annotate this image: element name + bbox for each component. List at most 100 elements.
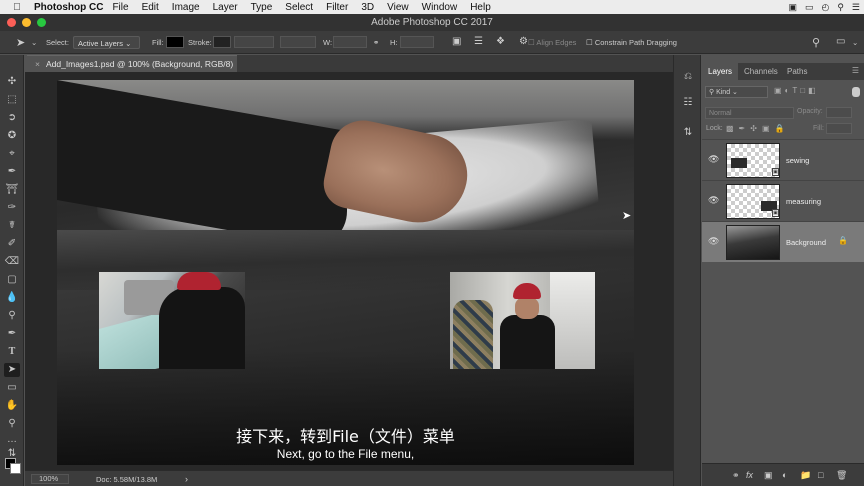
height-field[interactable] [400, 36, 434, 48]
adjustment-layer-icon[interactable]: ◐ [782, 470, 787, 480]
tool-preset-chevron-icon[interactable]: ⌄ [31, 38, 37, 47]
tab-channels[interactable]: Channels [738, 63, 784, 80]
sewing-layer-image[interactable] [99, 272, 245, 369]
layer-style-fx-icon[interactable]: fx [746, 470, 753, 480]
filter-toggle-switch[interactable] [852, 87, 860, 97]
menu-help[interactable]: Help [470, 2, 491, 13]
menu-image[interactable]: Image [172, 2, 200, 13]
menu-view[interactable]: View [387, 2, 409, 13]
align-edges-checkbox[interactable]: ☐ Align Edges [528, 38, 576, 47]
layer-filter-kind-dropdown[interactable]: ⚲ Kind ⌄ [705, 86, 768, 98]
menu-edit[interactable]: Edit [142, 2, 159, 13]
search-icon[interactable]: ⚲ [812, 36, 820, 49]
history-panel-icon[interactable]: ⎌ [680, 69, 696, 85]
eyedropper-tool-icon[interactable]: ✒ [4, 165, 20, 179]
layer-row-measuring[interactable]: 👁 ▣ measuring [702, 180, 864, 221]
layer-name[interactable]: measuring [786, 197, 821, 206]
type-tool-icon[interactable]: T [4, 345, 20, 359]
workspace-icon[interactable]: ▭ [836, 36, 845, 47]
menu-filter[interactable]: Filter [326, 2, 348, 13]
path-selection-tool-button-icon[interactable]: ➤ [4, 363, 20, 377]
blur-tool-icon[interactable]: 💧 [4, 291, 20, 305]
path-arrangement-icon[interactable]: ❖ [496, 36, 505, 47]
delete-layer-icon[interactable]: 🗑 [836, 470, 847, 481]
link-layers-icon[interactable]: ⚭ [732, 470, 740, 481]
layer-row-background[interactable]: 👁 Background 🔒 [702, 221, 864, 262]
properties-panel-icon[interactable]: ☷ [680, 95, 696, 111]
path-selection-tool-icon[interactable]: ➤ [16, 36, 25, 49]
quick-select-tool-icon[interactable]: ✪ [4, 129, 20, 143]
visibility-eye-icon[interactable]: 👁 [708, 195, 719, 205]
stroke-width-field[interactable] [234, 36, 274, 48]
hand-tool-icon[interactable]: ✋ [4, 399, 20, 413]
lasso-tool-icon[interactable]: ➲ [4, 111, 20, 125]
menu-layer[interactable]: Layer [213, 2, 238, 13]
status-menu-chevron-icon[interactable]: › [185, 474, 188, 484]
workspace-chevron-icon[interactable]: ⌄ [852, 38, 858, 47]
select-dropdown[interactable]: Active Layers ⌄ [73, 36, 140, 49]
panel-menu-icon[interactable]: ☰ [852, 66, 859, 75]
menu-file[interactable]: File [112, 2, 128, 13]
menu-select[interactable]: Select [285, 2, 313, 13]
marquee-tool-icon[interactable]: ⬚ [4, 93, 20, 107]
blend-mode-dropdown[interactable]: Normal [705, 107, 794, 119]
lock-icon[interactable]: 🔒 [838, 236, 848, 245]
path-operations-icon[interactable]: ▣ [452, 36, 461, 47]
clone-stamp-tool-icon[interactable]: ☤ [4, 219, 20, 233]
fill-opacity-field[interactable] [826, 123, 852, 134]
move-tool-icon[interactable]: ✣ [4, 75, 20, 89]
tab-paths[interactable]: Paths [781, 63, 813, 80]
layer-filter-icons[interactable]: ▣◐T□◧ [774, 86, 819, 95]
close-document-icon[interactable]: × [35, 59, 40, 69]
search-menubar-icon[interactable]: ⚲ [837, 2, 844, 13]
layer-name[interactable]: Background [786, 238, 826, 247]
visibility-eye-icon[interactable]: 👁 [708, 236, 719, 246]
menu-3d[interactable]: 3D [361, 2, 374, 13]
gradient-tool-icon[interactable]: ▢ [4, 273, 20, 287]
pen-tool-icon[interactable]: ✒ [4, 327, 20, 341]
document-tab[interactable]: × Add_Images1.psd @ 100% (Background, RGB… [27, 55, 237, 72]
adjustments-panel-icon[interactable]: ⇅ [680, 125, 696, 141]
brush-tool-icon[interactable]: ✑ [4, 201, 20, 215]
stroke-type-dropdown[interactable] [280, 36, 316, 48]
new-layer-icon[interactable]: □ [818, 470, 823, 480]
height-label: H: [390, 38, 398, 47]
clock-icon[interactable]: ◴ [821, 2, 829, 13]
layer-name[interactable]: sewing [786, 156, 809, 165]
path-alignment-icon[interactable]: ☰ [474, 36, 483, 47]
apple-icon[interactable]:  [8, 2, 26, 13]
fill-swatch[interactable] [166, 36, 184, 48]
eraser-tool-icon[interactable]: ⌫ [4, 255, 20, 269]
link-wh-icon[interactable]: ⚭ [373, 38, 379, 47]
visibility-eye-icon[interactable]: 👁 [708, 154, 719, 164]
background-color-swatch[interactable] [10, 463, 21, 474]
new-group-icon[interactable]: 📁 [800, 470, 811, 481]
rectangle-tool-icon[interactable]: ▭ [4, 381, 20, 395]
screen-record-icon[interactable]: ▣ [788, 2, 797, 13]
layers-panel-tabs: Layers Channels Paths ☰ [702, 63, 864, 80]
more-tools-icon[interactable]: … [4, 433, 20, 447]
constrain-path-checkbox[interactable]: ☐ Constrain Path Dragging [586, 38, 677, 47]
menu-app-name[interactable]: Photoshop CC [34, 2, 103, 13]
document-tab-title: Add_Images1.psd @ 100% (Background, RGB/… [45, 59, 234, 69]
crop-tool-icon[interactable]: ⌖ [4, 147, 20, 161]
gear-icon[interactable]: ⚙ [519, 36, 528, 47]
healing-brush-tool-icon[interactable]: ⛩ [4, 183, 20, 197]
tab-layers[interactable]: Layers [702, 63, 739, 80]
history-brush-tool-icon[interactable]: ✐ [4, 237, 20, 251]
menu-window[interactable]: Window [422, 2, 458, 13]
layer-row-sewing[interactable]: 👁 ▣ sewing [702, 139, 864, 180]
width-field[interactable] [333, 36, 367, 48]
lock-options-icons[interactable]: ▩✒✣▣🔒 [726, 124, 789, 133]
airplay-icon[interactable]: ▭ [805, 2, 814, 13]
swap-colors-icon[interactable]: ⇅ [4, 447, 20, 459]
zoom-level-field[interactable]: 100% [31, 474, 69, 484]
notification-list-icon[interactable]: ☰ [852, 2, 860, 13]
zoom-tool-icon[interactable]: ⚲ [4, 417, 20, 431]
stroke-swatch[interactable] [213, 36, 231, 48]
menu-type[interactable]: Type [251, 2, 273, 13]
opacity-field[interactable] [826, 107, 852, 118]
add-mask-icon[interactable]: ▣ [764, 470, 773, 481]
dodge-tool-icon[interactable]: ⚲ [4, 309, 20, 323]
measuring-layer-image[interactable] [450, 272, 595, 369]
